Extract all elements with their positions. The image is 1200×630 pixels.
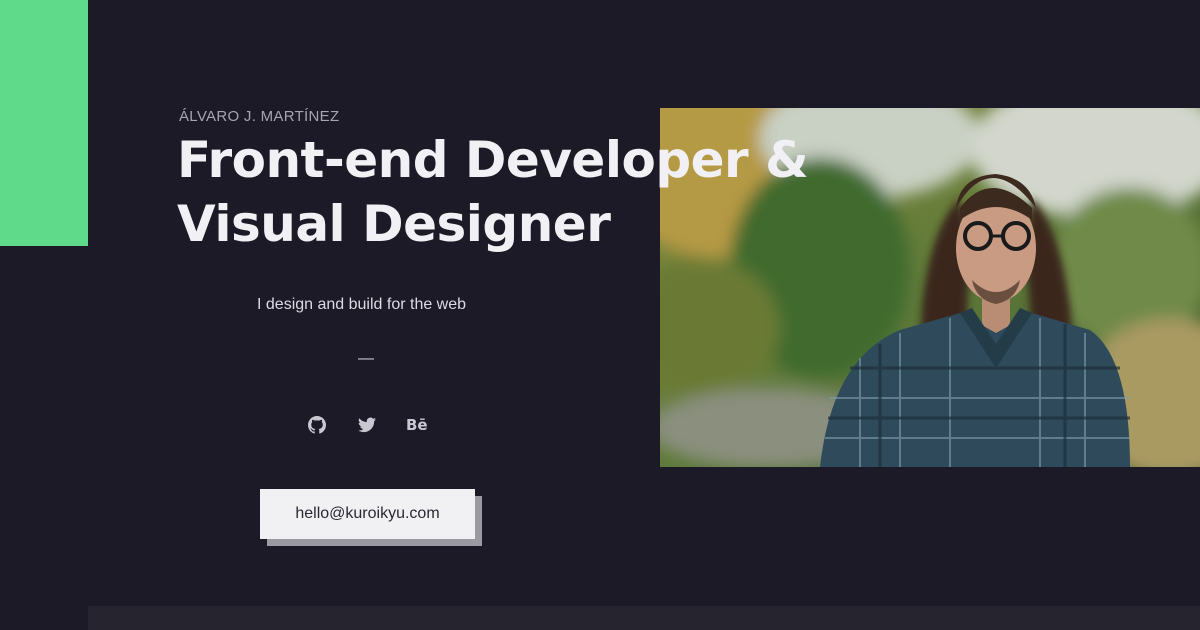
twitter-icon[interactable] bbox=[356, 414, 378, 436]
hero-headline: Front-end Developer & Visual Designer bbox=[177, 128, 809, 256]
tagline: I design and build for the web bbox=[257, 296, 467, 313]
github-icon[interactable] bbox=[306, 414, 328, 436]
divider: — bbox=[358, 350, 374, 367]
email-button[interactable]: hello@kuroikyu.com bbox=[260, 489, 475, 539]
bottom-strip bbox=[88, 606, 1200, 630]
headline-line-2: Visual Designer bbox=[177, 195, 611, 253]
email-cta: hello@kuroikyu.com bbox=[260, 489, 482, 546]
behance-icon[interactable]: Bē bbox=[406, 414, 428, 436]
page: ÁLVARO J. MARTÍNEZ Front-end Developer &… bbox=[0, 0, 1200, 630]
headline-line-1: Front-end Developer & bbox=[177, 131, 809, 189]
accent-block bbox=[0, 0, 88, 246]
social-links: Bē bbox=[306, 414, 456, 436]
author-name: ÁLVARO J. MARTÍNEZ bbox=[179, 108, 340, 125]
